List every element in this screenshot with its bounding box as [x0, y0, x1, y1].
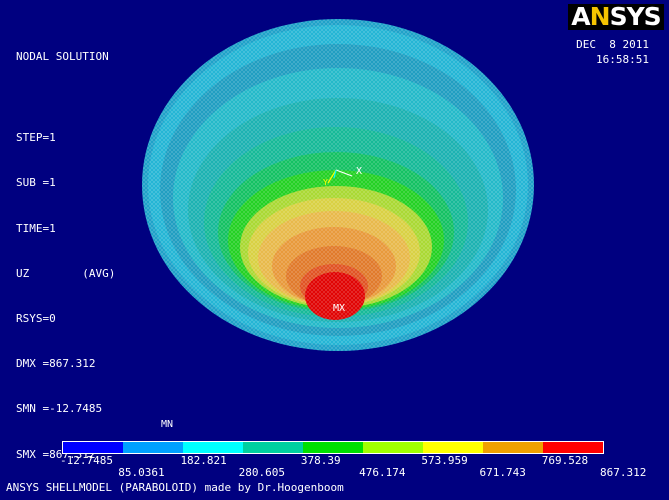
- legend-tick-top-0: -12.7485: [60, 454, 113, 467]
- legend-swatch-1: [123, 442, 183, 453]
- paraboloid-surface: [142, 19, 534, 351]
- info-sub: SUB =1: [16, 176, 56, 190]
- legend-tick-bottom-0: 85.0361: [118, 466, 165, 479]
- info-rsys: RSYS=0: [16, 311, 56, 325]
- legend-swatch-7: [483, 442, 543, 453]
- legend-swatch-5: [363, 442, 423, 453]
- legend-tick-top-3: 573.959: [421, 454, 468, 467]
- legend-swatch-8: [543, 442, 603, 453]
- legend-swatch-0: [63, 442, 123, 453]
- axis-y-label: Y: [323, 178, 328, 187]
- info-dmx: DMX =867.312: [16, 357, 96, 371]
- info-result-type: UZ (AVG): [16, 266, 116, 280]
- date-label: DEC 8 2011: [576, 38, 649, 51]
- footer-caption: ANSYS SHELLMODEL (PARABOLOID) made by Dr…: [6, 481, 344, 494]
- info-step: STEP=1: [16, 131, 56, 145]
- legend-tick-top-4: 769.528: [541, 454, 589, 467]
- datetime-stamp: DEC 8 2011 16:58:51: [576, 37, 649, 67]
- legend-swatch-2: [183, 442, 243, 453]
- legend-swatch-4: [303, 442, 363, 453]
- legend-tick-top-1: 182.821: [180, 454, 227, 467]
- axis-x-label: X: [356, 166, 362, 177]
- time-label: 16:58:51: [596, 53, 649, 66]
- min-marker: MN: [161, 419, 173, 430]
- info-smn: SMN =-12.7485: [16, 402, 103, 416]
- legend-swatch-3: [243, 442, 303, 453]
- max-marker: MX: [333, 303, 345, 314]
- legend-tick-top-2: 378.39: [300, 454, 341, 467]
- ansys-logo: ANSYS: [568, 4, 664, 30]
- solution-info-panel: NODAL SOLUTION STEP=1 SUB =1 TIME=1 UZ (…: [16, 19, 115, 477]
- legend-tick-bottom-4: 867.312: [600, 466, 647, 479]
- legend-tick-bottom-3: 671.743: [479, 466, 526, 479]
- legend-tick-bottom-2: 476.174: [359, 466, 406, 479]
- legend-swatch-6: [423, 442, 483, 453]
- solution-title: NODAL SOLUTION: [16, 50, 109, 63]
- color-legend-bar: [62, 441, 604, 454]
- legend-tick-bottom-1: 280.605: [238, 466, 286, 479]
- info-time: TIME=1: [16, 221, 56, 235]
